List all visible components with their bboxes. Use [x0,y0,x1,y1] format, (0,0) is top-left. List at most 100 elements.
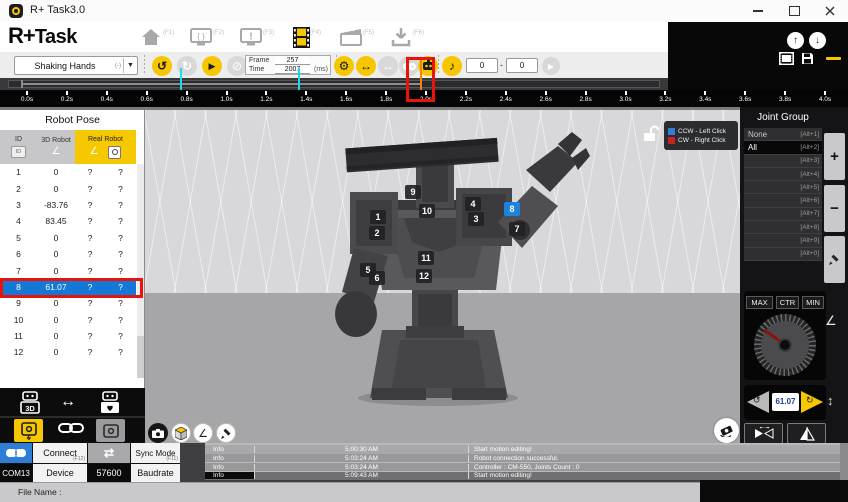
remove-group-button[interactable]: − [824,185,845,232]
group-hotkey: [Alt+5] [800,184,819,191]
output-monitor-button[interactable]: ! [238,26,264,48]
com-port-value[interactable]: COM13 [0,464,33,482]
viewport-3d[interactable]: CCW - Left Click CW - Right Click 124356… [145,110,740,445]
connect-button[interactable]: Connect (F12) [33,443,88,463]
flip-pose-button[interactable] [787,423,826,444]
motion-clip-button[interactable] [338,26,364,48]
log-row[interactable]: Info5:03:24 AMRobot connection successfu… [205,454,848,463]
add-group-button[interactable]: + [824,133,845,180]
pose-scrollbar[interactable] [137,164,144,361]
titlebar: R+ Task3.0 [0,0,848,23]
camera-rotate-button[interactable] [714,418,739,443]
real-robot-button[interactable] [96,391,124,415]
view-cube-button[interactable] [171,423,191,443]
ctr-button[interactable]: CTR [776,296,799,309]
pose-table-row[interactable]: 50?? [0,230,136,246]
motion-select[interactable]: Shaking Hands (-) ▼ [14,56,138,75]
joint-label-1[interactable]: 1 [370,210,386,224]
sync-toggle-button[interactable]: ⇄ [88,443,131,463]
draw-button[interactable] [216,423,236,443]
joint-group-row[interactable]: [Alt+6] [744,194,822,207]
swap-frames-button[interactable]: ↔ [356,56,376,76]
pose-table-row[interactable]: 483.45?? [0,213,136,229]
group-hotkey: [Alt+9] [800,237,819,244]
lock-open-icon[interactable] [643,125,659,147]
undo-button[interactable]: ↺ [152,56,172,76]
upload-motion-button[interactable]: ↑ [787,32,804,49]
pose-table-row[interactable]: 100?? [0,312,136,328]
edit-group-button[interactable] [824,236,845,283]
sim-robot-button[interactable]: 3D [16,391,44,415]
link-button[interactable] [58,421,84,435]
joint-label-2[interactable]: 2 [369,226,385,240]
collapse-panel-button[interactable] [826,57,841,60]
joint-label-9[interactable]: 9 [405,185,421,199]
music-button[interactable]: ♪ [442,56,462,76]
task-code-button[interactable]: { } [188,26,214,48]
settings-button[interactable]: ⚙ [334,56,354,76]
log-row[interactable]: Info5:00:30 AMStart motion editing! [205,445,848,454]
stop-button[interactable]: ⊘ [227,56,247,76]
pose-table-row[interactable]: 120?? [0,344,136,360]
minimize-button[interactable] [740,0,776,22]
sync-direction-button[interactable]: ↔ [60,393,76,411]
pose-table-row[interactable]: 10?? [0,164,136,180]
download-arrow-icon: ↓ [815,35,820,46]
joint-label-7[interactable]: 7 [509,222,525,236]
joint-dial[interactable] [754,314,816,376]
vertical-adjust-icon[interactable]: ↕ [827,393,834,408]
joint-label-12[interactable]: 12 [416,269,432,283]
log-row[interactable]: Info5:03:24 AMController : CM-550, Joint… [205,463,848,472]
max-button[interactable]: MAX [746,296,773,309]
joint-group-row[interactable]: [Alt+3] [744,155,822,168]
joint-group-row[interactable]: [Alt+0] [744,248,822,261]
joint-label-3[interactable]: 3 [468,212,484,226]
download-motion-button[interactable]: ↓ [809,32,826,49]
pose-table-row[interactable]: 20?? [0,180,136,196]
download-button[interactable] [388,26,414,48]
pose-table-row[interactable]: 110?? [0,328,136,344]
home-button[interactable] [138,26,164,48]
save-button[interactable] [801,52,814,70]
log-scrollbar[interactable] [840,443,848,480]
close-button[interactable] [812,0,848,22]
connect-status-button[interactable] [0,443,33,463]
torque-off-button[interactable] [96,419,125,442]
joint-group-row[interactable]: [Alt+8] [744,221,822,234]
motion-list-button[interactable] [779,52,794,70]
joint-value-input[interactable]: 61.07 [772,393,799,411]
screenshot-button[interactable] [148,423,168,443]
min-button[interactable]: MIN [802,296,824,309]
mirror-pose-button[interactable] [744,423,783,444]
log-row[interactable]: Info5:09:43 AMStart motion editing! [205,472,848,481]
angle-display-button[interactable]: ∠ [193,423,213,443]
joint-group-row[interactable]: All[Alt+2] [744,141,822,154]
joint-group-row[interactable]: [Alt+7] [744,208,822,221]
joint-group-row[interactable]: [Alt+9] [744,234,822,247]
time-input[interactable]: 2007 [275,66,310,74]
pose-table-row[interactable]: 70?? [0,262,136,278]
pose-scrollbar-thumb[interactable] [137,336,144,378]
joint-label-6[interactable]: 6 [369,271,385,285]
pose-table-row[interactable]: 3-83.76?? [0,197,136,213]
play-button[interactable]: ▶ [202,56,222,76]
torque-on-button[interactable] [14,419,43,442]
joint-label-11[interactable]: 11 [418,251,434,265]
baudrate-value[interactable]: 57600 [88,464,131,482]
repeat-to-input[interactable]: 0 [506,58,538,73]
joint-label-8[interactable]: 8 [504,202,520,216]
bottom-right-corner [700,480,848,502]
joint-group-row[interactable]: None[Alt+1] [744,128,822,141]
joint-label-4[interactable]: 4 [465,197,481,211]
pose-table-row[interactable]: 60?? [0,246,136,262]
joint-group-row[interactable]: [Alt+4] [744,168,822,181]
frame-input[interactable]: 257 [275,57,310,65]
joint-group-row[interactable]: [Alt+5] [744,181,822,194]
repeat-from-input[interactable]: 0 [466,58,498,73]
sync-mode-button[interactable]: Sync Mode (F11) [131,443,180,463]
joint-label-10[interactable]: 10 [419,204,435,218]
swap-frames-disabled-button[interactable]: ↔ [378,56,398,76]
angle-mode-icon[interactable]: ∠ [825,313,837,329]
music-play-button[interactable]: ▶ [542,57,560,75]
maximize-button[interactable] [776,0,812,22]
